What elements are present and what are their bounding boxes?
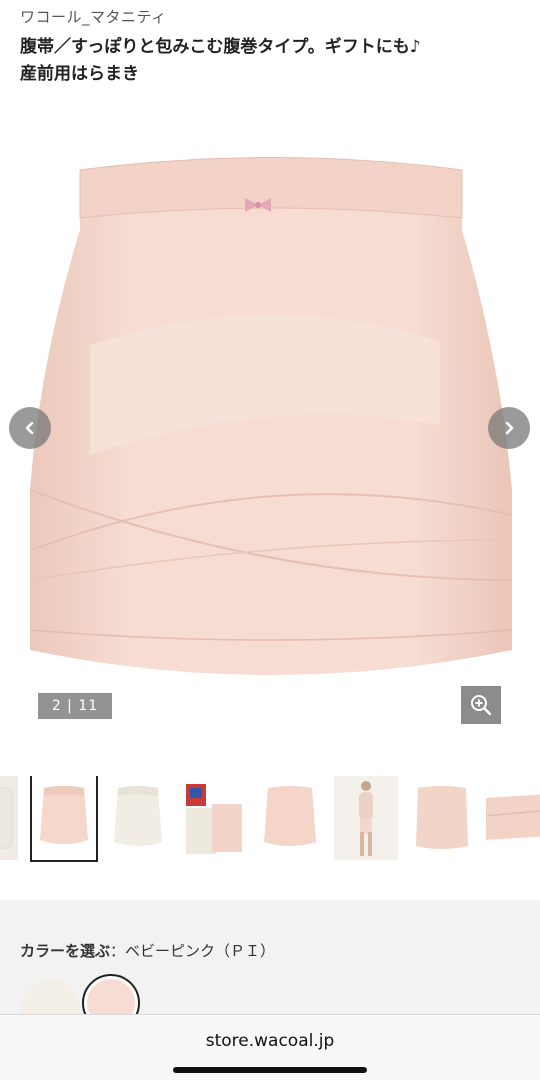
product-image[interactable] — [0, 110, 540, 730]
home-indicator[interactable] — [173, 1067, 367, 1073]
browser-address-bar[interactable]: store.wacoal.jp — [0, 1014, 540, 1080]
thumbnail-pink-front-2[interactable] — [258, 776, 322, 860]
thumbnail-pink-front[interactable] — [30, 776, 98, 862]
brand-name[interactable]: ワコール_マタニティ — [20, 6, 167, 27]
color-label-title: カラーを選ぶ — [20, 942, 111, 960]
next-image-button[interactable] — [488, 407, 530, 449]
chevron-right-icon — [505, 421, 514, 435]
product-gallery[interactable]: 2 | 11 — [0, 110, 540, 730]
product-title-line2: 産前用はらまき — [20, 64, 139, 84]
thumbnail-package[interactable] — [182, 776, 246, 860]
color-label-separator: ： — [110, 942, 126, 960]
product-title: 腹帯／すっぽりと包みこむ腹巻タイプ。ギフトにも♪ 産前用はらまき — [20, 34, 520, 88]
image-counter: 2 | 11 — [38, 693, 112, 719]
color-selector: カラーを選ぶ：ベビーピンク（ＰＩ） — [0, 900, 540, 1038]
zoom-button[interactable] — [461, 686, 501, 724]
selected-color-value: ベビーピンク（ＰＩ） — [125, 942, 276, 960]
url-text[interactable]: store.wacoal.jp — [0, 1031, 540, 1051]
thumbnail-ivory-side[interactable] — [0, 776, 18, 860]
prev-image-button[interactable] — [9, 407, 51, 449]
zoom-in-icon — [471, 695, 492, 716]
thumbnail-pink-back[interactable] — [410, 776, 474, 860]
chevron-left-icon — [25, 421, 34, 435]
product-title-line1: 腹帯／すっぽりと包みこむ腹巻タイプ。ギフトにも♪ — [20, 37, 421, 57]
thumbnail-ivory-front[interactable] — [106, 776, 170, 860]
color-label: カラーを選ぶ：ベビーピンク（ＰＩ） — [20, 940, 275, 961]
thumbnail-fabric-detail[interactable] — [486, 776, 540, 860]
thumbnail-strip[interactable] — [0, 776, 540, 862]
thumbnail-model[interactable] — [334, 776, 398, 860]
